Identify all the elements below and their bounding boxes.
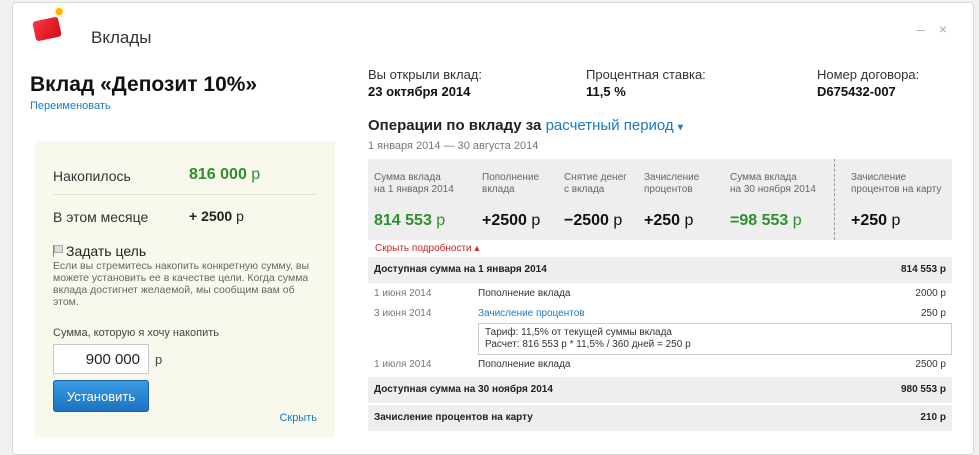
month-value: + 2500 р	[189, 208, 244, 224]
tip-calc: Расчет: 816 553 р * 11,5% / 360 дней = 2…	[485, 339, 691, 350]
summary-divider	[834, 159, 835, 240]
row-date: 1 июня 2014	[374, 288, 432, 299]
close-icon[interactable]: –×	[917, 21, 961, 37]
window-header: Вклады –×	[13, 3, 973, 59]
savings-panel: Накопилось 816 000 р В этом месяце + 250…	[35, 141, 335, 437]
table-row: 3 июня 2014 Зачисление процентов 250 р	[368, 304, 952, 324]
wallet-icon	[32, 16, 62, 42]
summary-header: Снятие денег с вклада	[564, 172, 627, 195]
contract-info: Номер договора: D675432-007	[817, 67, 919, 99]
row-amount: 250 р	[920, 308, 946, 319]
tip-tariff: Тариф: 11,5% от текущей суммы вклада	[485, 327, 672, 338]
deposit-title: Вклад «Депозит 10%»	[30, 73, 258, 96]
goal-amount-input[interactable]	[53, 344, 149, 374]
available-start-label: Доступная сумма на 1 января 2014	[374, 264, 547, 275]
opened-info: Вы открыли вклад: 23 октября 2014	[368, 67, 482, 99]
period-dates: 1 января 2014 — 30 августа 2014	[368, 140, 539, 152]
card-interest-value: 210 р	[920, 412, 946, 423]
available-end-label: Доступная сумма на 30 ноября 2014	[374, 384, 553, 395]
rate-info: Процентная ставка: 11,5 %	[586, 67, 706, 99]
opened-value: 23 октября 2014	[368, 84, 471, 99]
row-desc: Пополнение вклада	[478, 288, 571, 299]
row-date: 1 июля 2014	[374, 359, 432, 370]
goal-description: Если вы стремитесь накопить конкретную с…	[53, 260, 310, 308]
accumulated-row: Накопилось 816 000 р	[53, 155, 317, 195]
row-amount: 2500 р	[915, 359, 946, 370]
flag-icon	[53, 245, 63, 257]
available-end-row: Доступная сумма на 30 ноября 2014 980 55…	[368, 377, 952, 403]
operations-title: Операции по вкладу за расчетный период ▾	[368, 117, 683, 134]
interest-details-link[interactable]: Зачисление процентов	[478, 308, 585, 319]
contract-value: D675432-007	[817, 84, 896, 99]
interest-tooltip-row: Тариф: 11,5% от текущей суммы вклада Рас…	[368, 323, 952, 355]
deposits-window: Вклады –× Вклад «Депозит 10%» Переименов…	[12, 2, 974, 455]
row-amount: 2000 р	[915, 288, 946, 299]
rename-link[interactable]: Переименовать	[30, 100, 111, 112]
table-row: 1 июня 2014 Пополнение вклада 2000 р	[368, 284, 952, 304]
contract-label: Номер договора:	[817, 67, 920, 82]
summary-value: +2500 р	[482, 212, 541, 229]
month-row: В этом месяце + 2500 р	[53, 196, 317, 233]
goal-currency: р	[155, 352, 163, 367]
available-start-value: 814 553 р	[900, 264, 946, 275]
set-goal-heading[interactable]: Задать цель	[53, 243, 146, 259]
interest-tooltip: Тариф: 11,5% от текущей суммы вклада Рас…	[478, 323, 952, 355]
row-desc: Пополнение вклада	[478, 359, 571, 370]
period-dropdown[interactable]: расчетный период	[546, 117, 674, 134]
rate-label: Процентная ставка:	[586, 67, 706, 82]
summary-header: Зачисление процентов на карту	[851, 172, 942, 195]
accumulated-value: 816 000 р	[189, 166, 261, 183]
operations-summary: Сумма вклада на 1 января 2014 814 553 р П…	[368, 159, 952, 240]
summary-header: Зачисление процентов	[644, 172, 700, 195]
card-interest-label: Зачисление процентов на карту	[374, 412, 533, 423]
card-interest-row: Зачисление процентов на карту 210 р	[368, 405, 952, 431]
goal-amount-label: Сумма, которую я хочу накопить	[53, 327, 219, 339]
summary-value: +250 р	[851, 212, 901, 229]
summary-value: −2500 р	[564, 212, 623, 229]
summary-header: Пополнение вклада	[482, 172, 540, 195]
row-date: 3 июня 2014	[374, 308, 432, 319]
rate-value: 11,5 %	[586, 84, 626, 99]
month-label: В этом месяце	[53, 209, 149, 225]
summary-header: Сумма вклада на 30 ноября 2014	[730, 172, 816, 195]
hide-details-link[interactable]: Скрыть подробности ▴	[375, 243, 479, 254]
available-end-value: 980 553 р	[900, 384, 946, 395]
available-start-row: Доступная сумма на 1 января 2014 814 553…	[368, 257, 952, 283]
accumulated-label: Накопилось	[53, 168, 131, 184]
summary-header: Сумма вклада на 1 января 2014	[374, 172, 454, 195]
summary-value: 814 553 р	[374, 212, 446, 229]
chevron-down-icon[interactable]: ▾	[678, 122, 683, 133]
opened-label: Вы открыли вклад:	[368, 67, 482, 82]
window-title: Вклады	[91, 28, 152, 47]
set-goal-button[interactable]: Установить	[53, 380, 149, 412]
summary-value: +250 р	[644, 212, 694, 229]
table-row: 1 июля 2014 Пополнение вклада 2500 р	[368, 355, 952, 375]
summary-value: =98 553 р	[730, 212, 802, 229]
hide-link[interactable]: Скрыть	[279, 412, 317, 424]
